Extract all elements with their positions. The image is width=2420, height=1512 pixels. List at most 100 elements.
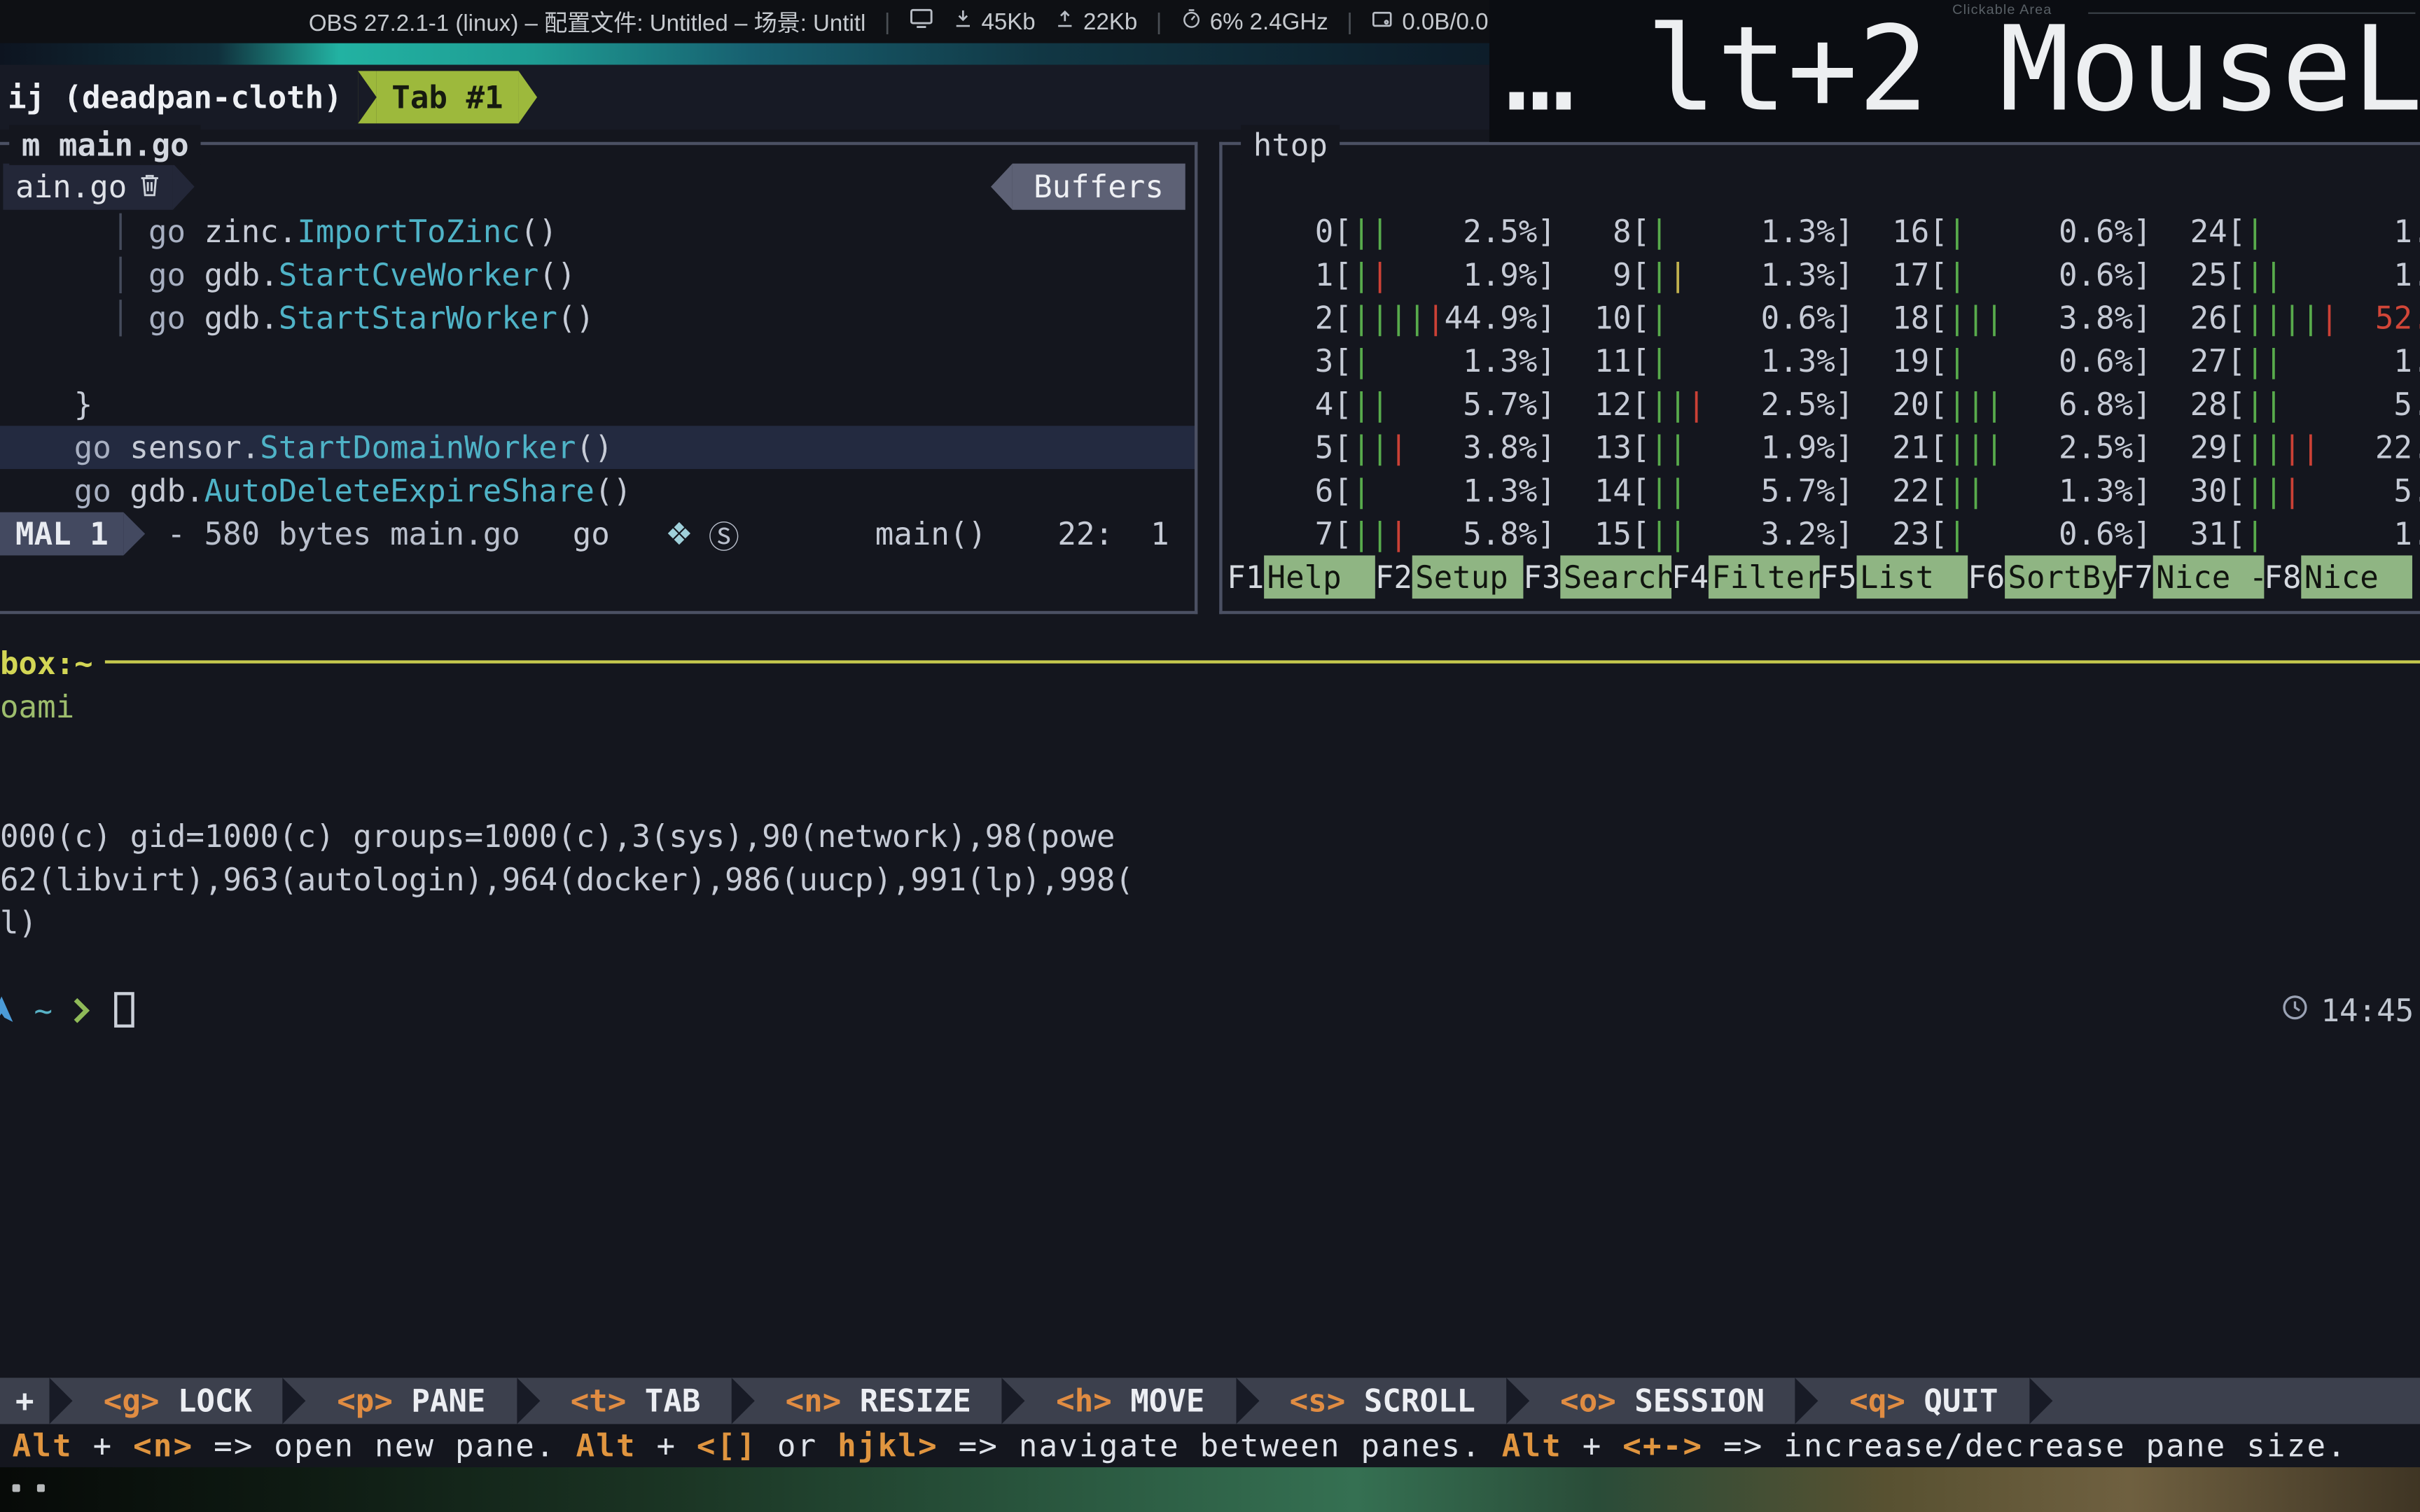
separator: |	[1156, 8, 1162, 34]
tab-1[interactable]: Tab #1	[358, 71, 537, 123]
meter-zone: || 2.5%	[1352, 210, 1537, 253]
fkey-button[interactable]: F5List	[1820, 555, 1968, 598]
htop-pane-title: htop	[1241, 125, 1340, 165]
buffers-left-arrow	[990, 164, 1012, 210]
cpu-percent: 1.3%	[2059, 469, 2133, 512]
fkey-button[interactable]: F4Filter	[1671, 555, 1820, 598]
meter-bracket: [	[1632, 515, 1650, 552]
cpu-id: 23	[1892, 512, 1929, 556]
shell-pane[interactable]: box:~ oami000(c) gid=1000(c) groups=1000…	[0, 642, 2420, 1373]
bars-normal: ||	[1650, 515, 1687, 552]
meter-bars: |||	[1948, 426, 2004, 469]
keybar-segment[interactable]: <g>LOCK	[73, 1378, 306, 1424]
meter-zone: |1.3%	[1650, 340, 1835, 383]
meter-bracket: [	[2227, 342, 2246, 379]
meter-zone: |1.	[2246, 210, 2420, 253]
meter-zone: |0.6%	[1650, 296, 1835, 340]
keybar-segment[interactable]: <q>QUIT	[1819, 1378, 2052, 1424]
cpu-id: 4	[1296, 383, 1333, 426]
chevron-separator	[50, 1378, 73, 1424]
fkey-button[interactable]: F2Setup	[1375, 555, 1524, 598]
meter-bracket: [	[2227, 213, 2246, 250]
cpu-meter: 9[||1.3%]	[1594, 253, 1892, 296]
fkey-button[interactable]: F1Help	[1227, 555, 1375, 598]
cpu-meter: 25[||1.]	[2190, 253, 2420, 296]
fkey-button[interactable]: F7Nice -	[2116, 555, 2265, 598]
meter-bracket: [	[2227, 515, 2246, 552]
bars-normal: ||	[1352, 213, 1389, 250]
cpu-id: 5	[1296, 426, 1333, 469]
cpu-id: 15	[1594, 512, 1632, 556]
meter-bars: |||	[1948, 383, 2004, 426]
meter-bracket: ]	[1835, 256, 1854, 293]
meter-bars: ||	[2246, 383, 2283, 426]
meter-zone: ||1.3%	[1650, 253, 1835, 296]
trash-icon[interactable]	[139, 168, 161, 205]
buffer-tab-main-go[interactable]: ain.go	[3, 164, 173, 210]
code-token: go	[148, 213, 204, 250]
buffer-tab-label: ain.go	[15, 168, 127, 205]
meter-bracket: [	[1632, 342, 1650, 379]
cpu-meter: 3[|1.3%]	[1296, 340, 1594, 383]
desktop: OBS 27.2.1-1 (linux) – 配置文件: Untitled – …	[0, 0, 2420, 1512]
fkey-number: F5	[1820, 555, 1857, 598]
code-token: StartDomainWorker	[260, 429, 576, 466]
editor-pane[interactable]: m main.go ain.go Buffers │ go zinc.Impor…	[0, 130, 1197, 617]
cpu-percent: 2.5%	[1761, 383, 1835, 426]
bars-normal: |	[1352, 256, 1371, 293]
fkey-label: SortBy	[2005, 555, 2116, 598]
shell-prompt[interactable]: ~	[0, 989, 618, 1032]
meter-bracket: ]	[2133, 256, 2152, 293]
keybar-segment[interactable]: <s>SCROLL	[1259, 1378, 1530, 1424]
fkey-button[interactable]: F3Search	[1523, 555, 1671, 598]
cpu-percent: 3.2%	[1761, 512, 1835, 556]
meter-bars: |	[2246, 210, 2265, 253]
buffers-button[interactable]: Buffers	[990, 164, 1185, 210]
meter-zone: |0.6%	[1948, 210, 2133, 253]
meter-bars: ||	[1650, 469, 1687, 512]
cpu-meter: 19[|0.6%]	[1892, 340, 2190, 383]
bars-normal: |||	[1948, 386, 2004, 423]
meter-bars: |	[1650, 340, 1669, 383]
code-token: StartCveWorker	[279, 256, 539, 293]
bars-kernel: |	[1389, 429, 1408, 466]
meter-bracket: [	[2227, 386, 2246, 423]
fkey-button[interactable]: F6SortBy	[1968, 555, 2116, 598]
meter-bracket: [	[1333, 515, 1352, 552]
keybind-label: PANE	[411, 1382, 485, 1420]
bars-normal: ||	[1650, 472, 1687, 509]
keybar-segment[interactable]: <p>PANE	[306, 1378, 539, 1424]
keybar-segment[interactable]: <t>TAB	[540, 1378, 755, 1424]
meter-zone: ||5.7%	[1352, 383, 1537, 426]
code-token: go	[74, 429, 130, 466]
keystroke-overlay: Clickable Area … lt+2 MouseLe	[1489, 0, 2420, 142]
terminal-line	[0, 728, 1134, 771]
meter-zone: ||5.7%	[1650, 469, 1835, 512]
keybar-segment[interactable]: <n>RESIZE	[755, 1378, 1026, 1424]
keybar-segment[interactable]: <h>MOVE	[1025, 1378, 1258, 1424]
htop-pane[interactable]: htop 0[||2.5%]8[|1.3%]16[|0.6%]24[|1.]1[…	[1219, 130, 2420, 617]
meter-bracket: ]	[1537, 342, 1556, 379]
bars-normal: ||	[1352, 386, 1389, 423]
keybind-key: <q>	[1849, 1382, 1905, 1420]
bars-normal: |	[1352, 472, 1371, 509]
cpu-percent: 22.	[2375, 426, 2420, 469]
cpu-meter: 11[|1.3%]	[1594, 340, 1892, 383]
desktop-wallpaper	[0, 1467, 2420, 1512]
tab-right-arrow	[519, 71, 537, 123]
code-line: │ go gdb.StartStarWorker()	[0, 296, 1195, 340]
cpu-meter: 16[|0.6%]	[1892, 210, 2190, 253]
code-token: ()	[576, 429, 613, 466]
cpu-meter: 6[|1.3%]	[1296, 469, 1594, 512]
mode-arrow	[124, 512, 146, 556]
bars-normal: ||	[1948, 472, 1985, 509]
cpu-percent: 0.6%	[1761, 296, 1835, 340]
zellij-status-bar: + <g>LOCK<p>PANE<t>TAB<n>RESIZE<h>MOVE<s…	[0, 1378, 2420, 1424]
fkey-number: F3	[1523, 555, 1560, 598]
meter-bracket: [	[1929, 256, 1948, 293]
fkey-number: F8	[2264, 555, 2301, 598]
meter-bracket: [	[1632, 256, 1650, 293]
fkey-button[interactable]: F8Nice	[2264, 555, 2412, 598]
keybar-segment[interactable]: <o>SESSION	[1529, 1378, 1819, 1424]
cpu-percent: 2.5%	[1463, 210, 1537, 253]
